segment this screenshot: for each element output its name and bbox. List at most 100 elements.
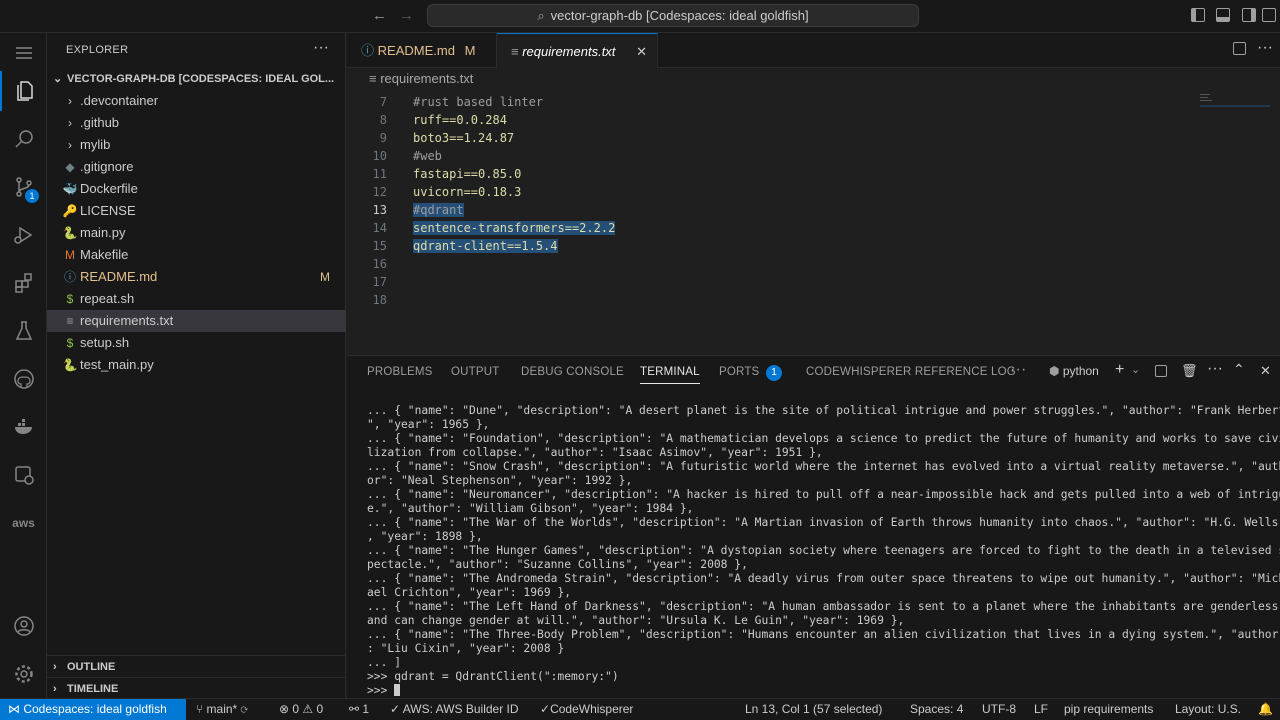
remote-explorer-icon[interactable] — [0, 455, 47, 495]
terminal-line: lization from collapse.", "author": "Isa… — [367, 446, 823, 459]
workspace-root[interactable]: ⌄ VECTOR-GRAPH-DB [CODESPACES: IDEAL GOL.… — [47, 68, 346, 90]
line-number: 14 — [372, 221, 387, 235]
source-control-icon[interactable]: 1 — [0, 167, 47, 207]
terminal-shell-selector[interactable]: ⬢ python — [1049, 364, 1099, 378]
close-panel-icon[interactable]: ✕ — [1260, 363, 1271, 379]
accounts-icon[interactable] — [0, 606, 47, 646]
timeline-section[interactable]: › TIMELINE — [47, 677, 346, 699]
file-type-icon: 🔑 — [62, 204, 78, 218]
trash-icon[interactable]: 🗑 — [1181, 363, 1198, 379]
panel-tab-problems[interactable]: PROBLEMS — [367, 366, 433, 378]
chevron-down-icon: ⌄ — [53, 73, 63, 85]
file-item[interactable]: ⓘ README.md M — [47, 266, 346, 288]
chevron-right-icon: › — [68, 138, 72, 152]
toggle-primary-sidebar-icon[interactable] — [1191, 8, 1205, 22]
code-line: sentence-transformers==2.2.2 — [413, 221, 616, 235]
testing-flask-icon[interactable] — [0, 311, 47, 351]
split-editor-icon[interactable] — [1233, 42, 1246, 55]
terminal-icon: ⬢ — [1049, 364, 1060, 378]
code-line: #web — [413, 149, 442, 163]
back-arrow-icon[interactable]: ← — [372, 7, 387, 24]
codewhisperer-indicator[interactable]: ✓CodeWhisperer — [540, 699, 633, 720]
panel-tab-ports[interactable]: PORTS — [719, 366, 759, 378]
extensions-icon[interactable] — [0, 263, 47, 303]
docker-icon[interactable] — [0, 407, 47, 447]
aws-icon[interactable]: aws — [0, 503, 47, 543]
file-item[interactable]: 🐍 test_main.py — [47, 354, 346, 376]
indentation[interactable]: Spaces: 4 — [910, 699, 963, 720]
search-icon: ⌕ — [537, 8, 545, 23]
line-number: 18 — [372, 293, 387, 307]
github-icon[interactable] — [0, 359, 47, 399]
ports-indicator[interactable]: ⚯ 1 — [349, 699, 369, 720]
tree-item-label: .gitignore — [80, 159, 134, 174]
chevron-right-icon: › — [53, 661, 57, 673]
file-type-icon: 🐍 — [62, 226, 78, 240]
settings-gear-icon[interactable] — [0, 654, 47, 694]
panel-more-icon[interactable]: ··· — [1010, 361, 1027, 379]
editor-more-actions-icon[interactable]: ··· — [1257, 39, 1273, 57]
panel-tab-debug-console[interactable]: DEBUG CONSOLE — [521, 366, 624, 378]
terminal-line: : "Liu Cixin", "year": 2008 } — [367, 642, 565, 655]
more-actions-icon[interactable]: ··· — [313, 39, 329, 57]
run-debug-icon[interactable] — [0, 215, 47, 255]
terminal-line: , "year": 1898 }, — [367, 530, 483, 543]
folder-item[interactable]: › .devcontainer — [47, 90, 346, 112]
tree-item-label: requirements.txt — [80, 313, 174, 328]
terminal-line: or": "Neal Stephenson", "year": 1992 }, — [367, 474, 633, 487]
panel-tab-output[interactable]: OUTPUT — [451, 366, 499, 378]
aws-indicator[interactable]: ✓ AWS: AWS Builder ID — [390, 699, 519, 720]
branch-indicator[interactable]: ⑂ main* ⟳ — [196, 699, 248, 720]
terminal-prompt-line[interactable]: >>> — [367, 684, 1267, 698]
menu-icon[interactable] — [0, 33, 47, 73]
folder-item[interactable]: › mylib — [47, 134, 346, 156]
close-icon[interactable]: ✕ — [636, 34, 647, 69]
terminal-output[interactable]: ... { "name": "Dune", "description": "A … — [367, 404, 1280, 698]
outline-section[interactable]: › OUTLINE — [47, 655, 346, 677]
file-item[interactable]: $ setup.sh — [47, 332, 346, 354]
folder-item[interactable]: › .github — [47, 112, 346, 134]
encoding[interactable]: UTF-8 — [982, 699, 1016, 720]
new-terminal-plus-icon[interactable]: + — [1115, 361, 1124, 379]
split-terminal-icon[interactable] — [1155, 365, 1167, 377]
panel-overflow-icon[interactable]: ··· — [1207, 360, 1223, 378]
command-center-search[interactable]: ⌕ vector-graph-db [Codespaces: ideal gold… — [427, 4, 919, 27]
status-bar: ⋈ Codespaces: ideal goldfish ⑂ main* ⟳ ⊗… — [0, 698, 1280, 720]
cursor-position[interactable]: Ln 13, Col 1 (57 selected) — [745, 699, 882, 720]
file-item[interactable]: 🐍 main.py — [47, 222, 346, 244]
tree-item-label: Makefile — [80, 247, 129, 262]
file-item[interactable]: 🔑 LICENSE — [47, 200, 346, 222]
code-line: fastapi==0.85.0 — [413, 167, 522, 181]
notifications-bell-icon[interactable]: 🔔 — [1258, 699, 1273, 720]
chevron-down-icon[interactable]: ⌄ — [1131, 363, 1140, 376]
file-item[interactable]: M Makefile — [47, 244, 346, 266]
breadcrumb[interactable]: ≡ requirements.txt — [347, 68, 1280, 90]
remote-indicator[interactable]: ⋈ Codespaces: ideal goldfish — [0, 699, 186, 720]
line-number: 13 — [372, 203, 387, 217]
search-icon[interactable] — [0, 119, 47, 159]
tab-readme[interactable]: ⓘ README.md M — [347, 33, 497, 68]
forward-arrow-icon[interactable]: → — [399, 7, 414, 24]
customize-layout-icon[interactable] — [1262, 8, 1276, 22]
maximize-panel-icon[interactable]: ⌃ — [1233, 361, 1245, 378]
language-mode[interactable]: pip requirements — [1064, 699, 1153, 720]
toggle-panel-icon[interactable] — [1216, 8, 1230, 22]
tab-requirements[interactable]: ≡ requirements.txt ✕ — [497, 33, 658, 68]
file-item[interactable]: ≡ requirements.txt — [47, 310, 346, 332]
file-type-icon: 🐳 — [62, 182, 78, 196]
file-item[interactable]: ◆ .gitignore — [47, 156, 346, 178]
problems-indicator[interactable]: ⊗ 0 ⚠ 0 — [279, 699, 323, 720]
explorer-icon[interactable] — [0, 71, 47, 111]
end-of-line[interactable]: LF — [1034, 699, 1048, 720]
file-item[interactable]: 🐳 Dockerfile — [47, 178, 346, 200]
panel-tab-terminal[interactable]: TERMINAL — [640, 366, 700, 384]
file-item[interactable]: $ repeat.sh — [47, 288, 346, 310]
minimap[interactable] — [1200, 92, 1270, 110]
file-lines-icon: ≡ — [369, 71, 377, 86]
outline-label: OUTLINE — [67, 661, 116, 673]
tree-item-label: .devcontainer — [80, 93, 159, 108]
code-editor[interactable]: 7 #rust based linter 8 ruff==0.0.284 9 boto3=… — [347, 90, 1280, 354]
panel-tab-codewhisperer-log[interactable]: CODEWHISPERER REFERENCE LOG — [806, 366, 1016, 378]
keyboard-layout[interactable]: Layout: U.S. — [1175, 699, 1241, 720]
toggle-secondary-sidebar-icon[interactable] — [1242, 8, 1256, 22]
